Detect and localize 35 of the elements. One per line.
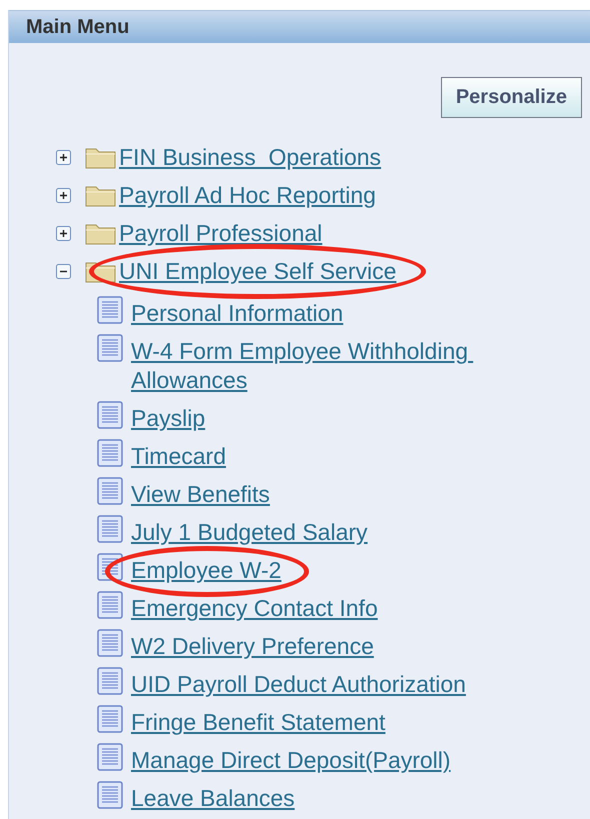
document-icon bbox=[97, 515, 123, 543]
folder-link[interactable]: UNI Employee Self Service bbox=[119, 258, 396, 284]
document-icon bbox=[97, 743, 123, 771]
folder-link[interactable]: Payroll Professional bbox=[119, 220, 322, 246]
panel-title: Main Menu bbox=[9, 10, 590, 43]
menu-link[interactable]: Personal Information bbox=[131, 299, 344, 328]
document-icon bbox=[97, 334, 123, 362]
collapse-icon[interactable] bbox=[56, 264, 71, 278]
menu-link[interactable]: Emergency Contact Info bbox=[131, 594, 378, 623]
expand-icon[interactable] bbox=[56, 150, 71, 164]
document-icon bbox=[97, 296, 123, 324]
menu-link[interactable]: Timecard bbox=[131, 442, 226, 471]
menu-link[interactable]: Leave Balances bbox=[131, 784, 295, 813]
menu-link[interactable]: Employee W-2 bbox=[131, 556, 282, 585]
document-icon bbox=[97, 781, 123, 809]
menu-link[interactable]: Manage Direct Deposit(Payroll) bbox=[131, 746, 451, 775]
menu-link[interactable]: UID Payroll Deduct Authorization bbox=[131, 670, 466, 699]
document-icon bbox=[97, 667, 123, 695]
document-icon bbox=[97, 705, 123, 733]
menu-link[interactable]: W2 Delivery Preference bbox=[131, 632, 374, 661]
expand-icon[interactable] bbox=[56, 188, 71, 202]
folder-link[interactable]: Payroll Ad Hoc Reporting bbox=[119, 182, 376, 208]
menu-link[interactable]: July 1 Budgeted Salary bbox=[131, 518, 368, 547]
folder-link[interactable]: FIN Business Operations bbox=[119, 144, 382, 170]
menu-link[interactable]: Payslip bbox=[131, 404, 206, 433]
menu-link[interactable]: View Benefits bbox=[131, 480, 270, 509]
menu-link[interactable]: Fringe Benefit Statement bbox=[131, 708, 386, 737]
document-icon bbox=[97, 439, 123, 467]
document-icon bbox=[97, 629, 123, 657]
document-icon bbox=[97, 477, 123, 505]
document-icon bbox=[97, 401, 123, 429]
expand-icon[interactable] bbox=[56, 226, 71, 240]
menu-link[interactable]: W-4 Form Employee Withholding Allowances bbox=[131, 337, 550, 395]
document-icon bbox=[97, 591, 123, 619]
personalize-button[interactable]: Personalize bbox=[440, 77, 582, 118]
